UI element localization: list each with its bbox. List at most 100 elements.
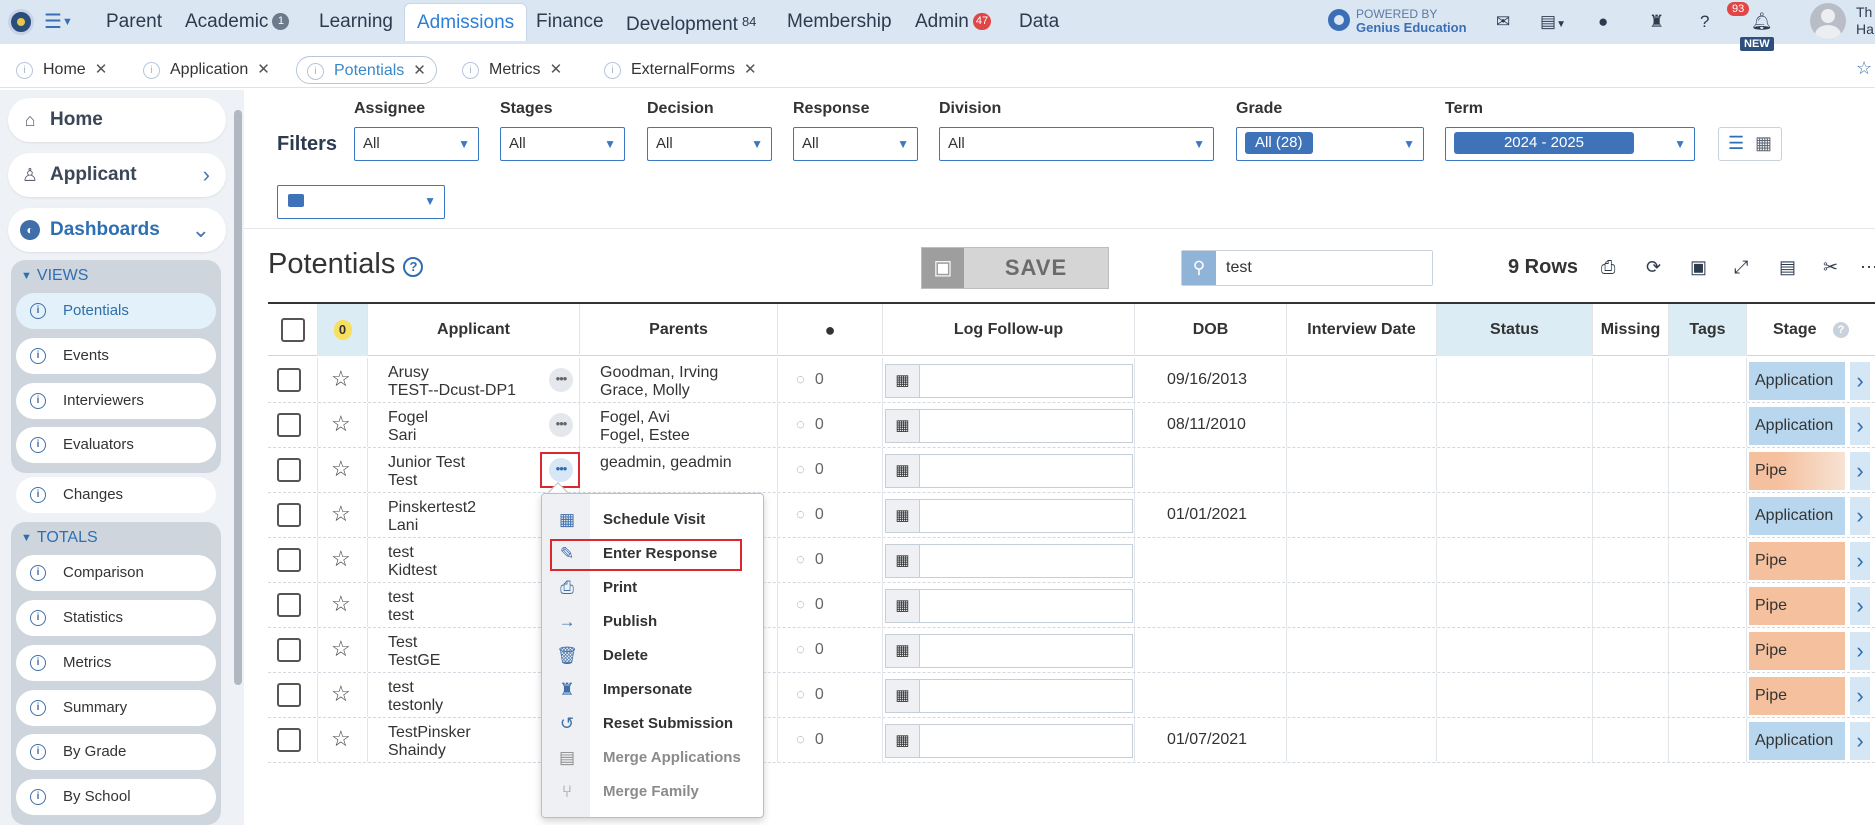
menu-item-impersonate[interactable]: ♜ Impersonate xyxy=(542,673,765,707)
row-checkbox[interactable] xyxy=(277,458,301,482)
table-row[interactable]: ☆ Junior Test Test ••• geadmin, geadmin ◌… xyxy=(268,448,1875,493)
grid-view-icon[interactable]: ▦ xyxy=(1755,133,1772,154)
calendar-icon[interactable]: ▦ xyxy=(886,680,920,712)
comments-count[interactable]: ◌ 0 xyxy=(796,506,824,524)
nav-data[interactable]: Data xyxy=(1019,0,1059,44)
star-icon[interactable]: ☆ xyxy=(331,591,351,617)
parents-names[interactable]: Fogel, Avi Fogel, Estee xyxy=(600,409,690,445)
followup-field[interactable]: ▦ xyxy=(885,409,1133,443)
stages-select[interactable]: All ▼ xyxy=(500,127,625,161)
followup-field[interactable]: ▦ xyxy=(885,544,1133,578)
header-comments[interactable]: ● xyxy=(778,304,883,356)
export-file-icon[interactable]: ▤ xyxy=(1779,257,1796,278)
mail-icon[interactable]: ✉ xyxy=(1496,12,1510,32)
nav-development[interactable]: Development 84 xyxy=(626,0,756,44)
star-icon[interactable]: ☆ xyxy=(331,636,351,662)
followup-field[interactable]: ▦ xyxy=(885,454,1133,488)
sidebar-item-dashboards[interactable]: ◐ Dashboards ⌄ xyxy=(8,208,226,252)
user-name-truncated[interactable]: Th Ha xyxy=(1856,4,1874,38)
comments-count[interactable]: ◌ 0 xyxy=(796,416,824,434)
star-icon[interactable]: ☆ xyxy=(331,726,351,752)
header-log-followup[interactable]: Log Follow-up xyxy=(883,304,1135,356)
table-row[interactable]: ☆ test Kidtest ◌ 0 ▦ Pipe › xyxy=(268,538,1875,583)
nav-academic[interactable]: Academic 1 xyxy=(185,0,290,44)
totals-group-header[interactable]: ▼ TOTALS xyxy=(21,524,98,552)
sidebar-item-applicant[interactable]: ♙ Applicant › xyxy=(8,153,226,197)
incognito-icon[interactable]: ♜ xyxy=(1649,12,1664,32)
applicant-name[interactable]: Fogel Sari xyxy=(388,409,428,445)
header-dob[interactable]: DOB xyxy=(1135,304,1287,356)
calendar-icon[interactable]: ▦ xyxy=(886,725,920,757)
row-checkbox[interactable] xyxy=(277,413,301,437)
calendar-icon[interactable]: ▦ xyxy=(886,500,920,532)
sidebar-total-summary[interactable]: i Summary xyxy=(16,690,216,726)
help-icon[interactable]: ? xyxy=(403,257,424,277)
sidebar-view-interviewers[interactable]: i Interviewers xyxy=(16,383,216,419)
tab-application[interactable]: i Application ✕ xyxy=(143,56,270,84)
menu-item-delete[interactable]: 🗑︎ Delete xyxy=(542,639,765,673)
bell-icon[interactable]: 🔔︎ xyxy=(1751,12,1773,32)
chat-icon[interactable]: ● xyxy=(1598,12,1608,32)
comments-count[interactable]: ◌ 0 xyxy=(796,596,824,614)
row-actions-button[interactable]: ••• xyxy=(549,413,573,437)
more-options-icon[interactable]: ⋯ xyxy=(1860,257,1875,278)
views-group-header[interactable]: ▼ VIEWS xyxy=(21,262,88,290)
header-status[interactable]: Status xyxy=(1437,304,1593,356)
followup-field[interactable]: ▦ xyxy=(885,679,1133,713)
star-icon[interactable]: ☆ xyxy=(331,456,351,482)
expand-icon[interactable]: ⤢ xyxy=(1734,257,1748,278)
search-input[interactable] xyxy=(1224,256,1424,280)
tab-potentials[interactable]: i Potentials ✕ xyxy=(296,56,437,84)
sidebar-total-comparison[interactable]: i Comparison xyxy=(16,555,216,591)
close-icon[interactable]: ✕ xyxy=(550,61,563,78)
menu-item-print[interactable]: ⎙ Print xyxy=(542,571,765,605)
star-icon[interactable]: ☆ xyxy=(331,546,351,572)
calendar-icon[interactable]: ▦ xyxy=(886,365,920,397)
nav-admissions[interactable]: Admissions xyxy=(404,3,528,41)
header-parents[interactable]: Parents xyxy=(580,304,778,356)
row-checkbox[interactable] xyxy=(277,683,301,707)
select-all-checkbox[interactable] xyxy=(280,317,305,342)
followup-field[interactable]: ▦ xyxy=(885,499,1133,533)
menu-item-publish[interactable]: → Publish xyxy=(542,605,765,639)
applicant-name[interactable]: test Kidtest xyxy=(388,544,437,580)
table-row[interactable]: ☆ test testonly ◌ 0 ▦ Pipe › xyxy=(268,673,1875,718)
tab-home[interactable]: i Home ✕ xyxy=(16,56,107,84)
comments-count[interactable]: ◌ 0 xyxy=(796,461,824,479)
row-actions-button[interactable]: ••• xyxy=(549,368,573,392)
sidebar-view-events[interactable]: i Events xyxy=(16,338,216,374)
header-flag[interactable]: 0 xyxy=(318,304,368,356)
sidebar-total-statistics[interactable]: i Statistics xyxy=(16,600,216,636)
chevron-right-icon[interactable]: › xyxy=(1850,542,1870,580)
applicant-name[interactable]: Test TestGE xyxy=(388,634,440,670)
calendar-icon[interactable]: ▦ xyxy=(886,455,920,487)
saved-view-select[interactable]: ▼ xyxy=(277,185,445,219)
stage-badge[interactable]: Pipe xyxy=(1749,587,1845,625)
assignee-select[interactable]: All ▼ xyxy=(354,127,479,161)
row-checkbox[interactable] xyxy=(277,728,301,752)
menu-item-reset-submission[interactable]: ↺ Reset Submission xyxy=(542,707,765,741)
row-checkbox[interactable] xyxy=(277,368,301,392)
chevron-right-icon[interactable]: › xyxy=(1850,497,1870,535)
applicant-name[interactable]: TestPinsker Shaindy xyxy=(388,724,471,760)
header-missing[interactable]: Missing xyxy=(1593,304,1669,356)
header-applicant[interactable]: Applicant xyxy=(368,304,580,356)
hamburger-menu-icon[interactable]: ☰▼ xyxy=(44,9,73,34)
chevron-right-icon[interactable]: › xyxy=(1850,587,1870,625)
menu-item-schedule-visit[interactable]: ▦ Schedule Visit xyxy=(542,503,765,537)
calendar-icon[interactable]: ▦ xyxy=(886,590,920,622)
followup-field[interactable]: ▦ xyxy=(885,364,1133,398)
refresh-icon[interactable]: ⟳ xyxy=(1646,257,1661,278)
document-menu-icon[interactable]: ▤▼ xyxy=(1540,12,1566,32)
print-icon[interactable]: ⎙ xyxy=(1601,257,1615,278)
tab-metrics[interactable]: i Metrics ✕ xyxy=(462,56,562,84)
stage-badge[interactable]: Application xyxy=(1749,722,1845,760)
row-checkbox[interactable] xyxy=(277,548,301,572)
chevron-right-icon[interactable]: › xyxy=(1850,722,1870,760)
header-tags[interactable]: Tags xyxy=(1669,304,1747,356)
sidebar-total-by-school[interactable]: i By School xyxy=(16,779,216,815)
save-button[interactable]: ▣ SAVE xyxy=(921,247,1109,289)
tools-icon[interactable]: ✂ xyxy=(1823,257,1838,278)
menu-item-merge-applications[interactable]: ▤ Merge Applications xyxy=(542,741,765,775)
followup-field[interactable]: ▦ xyxy=(885,634,1133,668)
